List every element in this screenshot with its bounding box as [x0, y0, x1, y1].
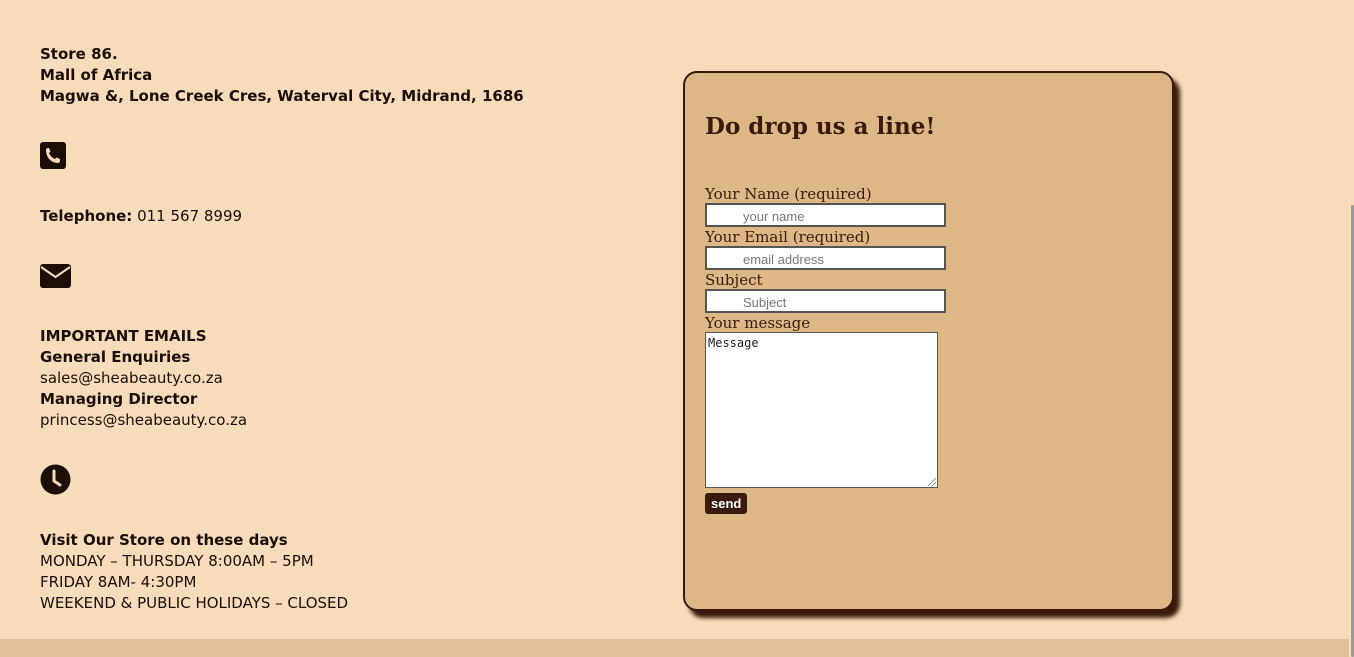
contact-form-card: Do drop us a line! Your Name (required) … — [683, 71, 1174, 611]
clock-icon — [40, 464, 71, 495]
general-enquiries-label: General Enquiries — [40, 348, 191, 366]
general-enquiries-email[interactable]: sales@sheabeauty.co.za — [40, 368, 247, 389]
store-hours: Visit Our Store on these days MONDAY – T… — [40, 530, 348, 614]
managing-director-email[interactable]: princess@sheabeauty.co.za — [40, 410, 247, 431]
telephone-line: Telephone: 011 567 8999 — [40, 206, 242, 227]
contact-page: Store 86. Mall of Africa Magwa &, Lone C… — [0, 0, 1354, 657]
footer-strip — [0, 639, 1349, 657]
envelope-icon — [40, 264, 71, 288]
send-button[interactable]: send — [705, 493, 748, 514]
important-emails: IMPORTANT EMAILS General Enquiries sales… — [40, 326, 247, 431]
store-address: Store 86. Mall of Africa Magwa &, Lone C… — [40, 44, 524, 107]
name-label: Your Name (required) — [705, 185, 872, 203]
name-input[interactable]: your name — [705, 203, 946, 227]
form-title: Do drop us a line! — [705, 113, 936, 140]
message-placeholder: Message — [708, 336, 759, 350]
hours-heading: Visit Our Store on these days — [40, 531, 288, 549]
message-textarea[interactable]: Message — [705, 332, 938, 488]
email-label: Your Email (required) — [705, 228, 871, 246]
address-line-mall: Mall of Africa — [40, 66, 153, 84]
emails-heading: IMPORTANT EMAILS — [40, 327, 207, 345]
address-line-street: Magwa &, Lone Creek Cres, Waterval City,… — [40, 87, 524, 105]
managing-director-label: Managing Director — [40, 390, 198, 408]
contact-form: Your Name (required) your name Your Emai… — [705, 185, 946, 514]
hours-weekend: WEEKEND & PUBLIC HOLIDAYS – CLOSED — [40, 594, 349, 612]
hours-weekdays: MONDAY – THURSDAY 8:00AM – 5PM — [40, 552, 314, 570]
phone-icon — [40, 142, 66, 169]
resize-handle[interactable] — [928, 478, 936, 486]
subject-label: Subject — [705, 271, 763, 289]
message-label: Your message — [705, 314, 811, 332]
address-line-store: Store 86. — [40, 45, 118, 63]
email-input[interactable]: email address — [705, 246, 946, 270]
map-pin-icon — [44, 0, 60, 8]
scrollbar[interactable] — [1349, 0, 1354, 657]
subject-input[interactable]: Subject — [705, 289, 946, 313]
telephone-number[interactable]: 011 567 8999 — [137, 207, 242, 225]
telephone-label: Telephone: — [40, 207, 133, 225]
hours-friday: FRIDAY 8AM- 4:30PM — [40, 573, 197, 591]
